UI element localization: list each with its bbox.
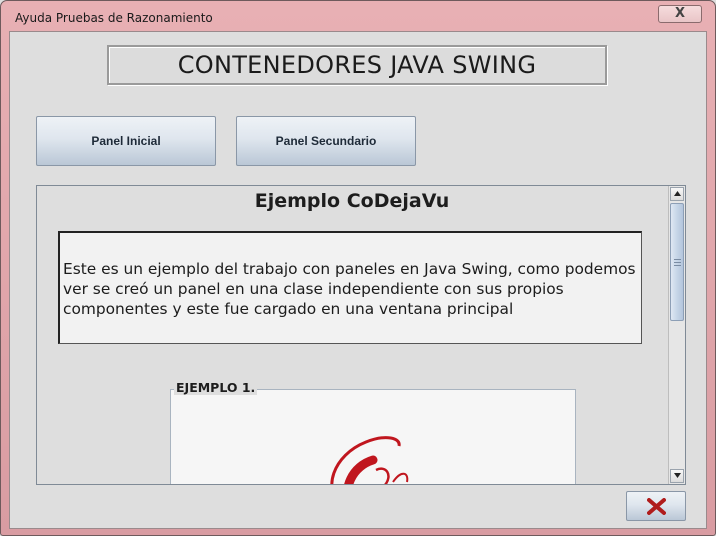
panel-inicial-button[interactable]: Panel Inicial: [36, 116, 216, 166]
scrollbar-grip: [674, 259, 681, 260]
title-bar[interactable]: Ayuda Pruebas de Razonamiento X: [1, 1, 715, 35]
scrollbar-grip: [674, 265, 681, 266]
panel-secundario-button[interactable]: Panel Secundario: [236, 116, 416, 166]
arrow-down-icon[interactable]: [670, 469, 684, 483]
content-title: Ejemplo CoDejaVu: [254, 190, 450, 212]
close-button[interactable]: [626, 491, 686, 521]
vertical-scrollbar[interactable]: [668, 186, 685, 484]
main-panel: CONTENEDORES JAVA SWING Panel Inicial Pa…: [9, 31, 707, 529]
scrollbar-grip: [674, 262, 681, 263]
page-title: CONTENEDORES JAVA SWING: [107, 45, 607, 85]
window-close-button[interactable]: X: [658, 5, 702, 23]
example-panel: [170, 389, 576, 484]
app-window: Ayuda Pruebas de Razonamiento X CONTENED…: [0, 0, 716, 536]
scrollbar-thumb[interactable]: [670, 203, 684, 321]
window-title: Ayuda Pruebas de Razonamiento: [15, 11, 213, 25]
example-label: EJEMPLO 1.: [174, 380, 258, 395]
description-text-area[interactable]: Este es un ejemplo del trabajo con panel…: [58, 231, 642, 344]
content-scroll-pane[interactable]: Ejemplo CoDejaVu Este es un ejemplo del …: [36, 185, 686, 485]
red-x-icon: [647, 498, 666, 515]
arrow-up-icon[interactable]: [670, 187, 684, 201]
description-text: Este es un ejemplo del trabajo con panel…: [63, 260, 636, 318]
codejavu-logo-image: [330, 436, 409, 484]
